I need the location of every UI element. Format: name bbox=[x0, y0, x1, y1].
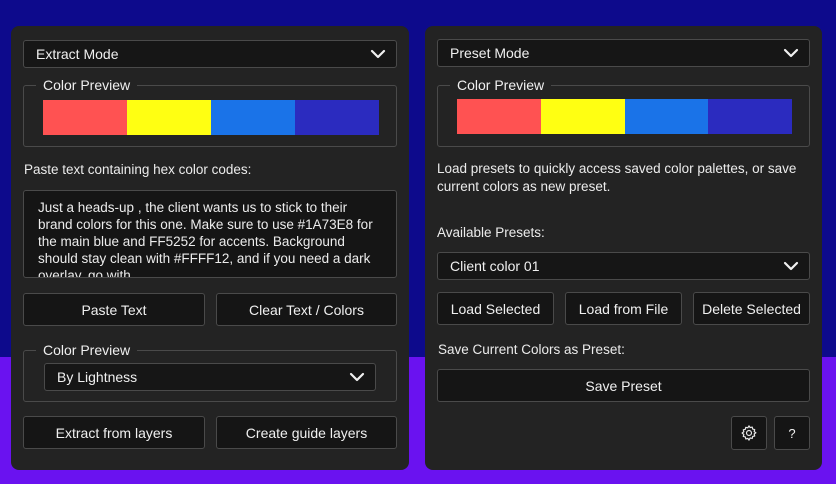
color-preview-group: Color Preview bbox=[23, 77, 397, 147]
sort-group-title: Color Preview bbox=[36, 342, 138, 358]
mode-dropdown[interactable]: Extract Mode bbox=[23, 40, 397, 68]
preset-dropdown-value: Client color 01 bbox=[450, 258, 540, 274]
chevron-down-icon bbox=[349, 372, 365, 382]
extract-from-layers-button[interactable]: Extract from layers bbox=[23, 416, 205, 449]
settings-button[interactable] bbox=[731, 416, 767, 450]
gear-icon bbox=[741, 425, 757, 441]
create-guide-layers-button[interactable]: Create guide layers bbox=[216, 416, 397, 449]
sort-dropdown[interactable]: By Lightness bbox=[44, 363, 376, 391]
help-button[interactable]: ? bbox=[774, 416, 810, 450]
sort-group: Color Preview By Lightness bbox=[23, 342, 397, 402]
swatch-indigo[interactable] bbox=[295, 100, 379, 135]
preset-description: Load presets to quickly access saved col… bbox=[437, 161, 797, 194]
preset-dropdown[interactable]: Client color 01 bbox=[437, 252, 810, 280]
clear-text-colors-button[interactable]: Clear Text / Colors bbox=[216, 293, 397, 326]
extract-panel: Extract Mode Color Preview Paste text co… bbox=[11, 26, 409, 470]
swatch-blue[interactable] bbox=[211, 100, 295, 135]
sort-dropdown-value: By Lightness bbox=[57, 369, 138, 385]
save-preset-button[interactable]: Save Preset bbox=[437, 369, 810, 402]
swatch-red[interactable] bbox=[43, 100, 127, 135]
swatch-indigo[interactable] bbox=[708, 99, 792, 134]
save-preset-label: Save Current Colors as Preset: bbox=[438, 342, 625, 357]
chevron-down-icon bbox=[370, 49, 386, 59]
color-preview-title: Color Preview bbox=[36, 77, 138, 93]
available-presets-label: Available Presets: bbox=[437, 225, 545, 240]
paste-prompt-label: Paste text containing hex color codes: bbox=[24, 162, 252, 177]
color-preview-group: Color Preview bbox=[437, 77, 810, 147]
swatch-yellow[interactable] bbox=[540, 99, 625, 134]
chevron-down-icon bbox=[783, 261, 799, 271]
load-selected-button[interactable]: Load Selected bbox=[437, 292, 554, 325]
preset-panel: Preset Mode Color Preview Load presets t… bbox=[425, 26, 822, 470]
mode-dropdown-value: Extract Mode bbox=[36, 46, 119, 62]
color-preview-title: Color Preview bbox=[450, 77, 552, 93]
mode-dropdown[interactable]: Preset Mode bbox=[437, 39, 810, 67]
swatch-yellow[interactable] bbox=[127, 100, 211, 135]
swatch-red[interactable] bbox=[457, 99, 541, 134]
chevron-down-icon bbox=[783, 48, 799, 58]
delete-selected-button[interactable]: Delete Selected bbox=[693, 292, 810, 325]
hex-text-area[interactable]: Just a heads-up , the client wants us to… bbox=[23, 190, 397, 278]
color-swatches bbox=[43, 100, 379, 135]
color-swatches bbox=[457, 99, 792, 134]
load-from-file-button[interactable]: Load from File bbox=[565, 292, 682, 325]
mode-dropdown-value: Preset Mode bbox=[450, 45, 530, 61]
swatch-blue[interactable] bbox=[624, 99, 709, 134]
paste-text-button[interactable]: Paste Text bbox=[23, 293, 205, 326]
